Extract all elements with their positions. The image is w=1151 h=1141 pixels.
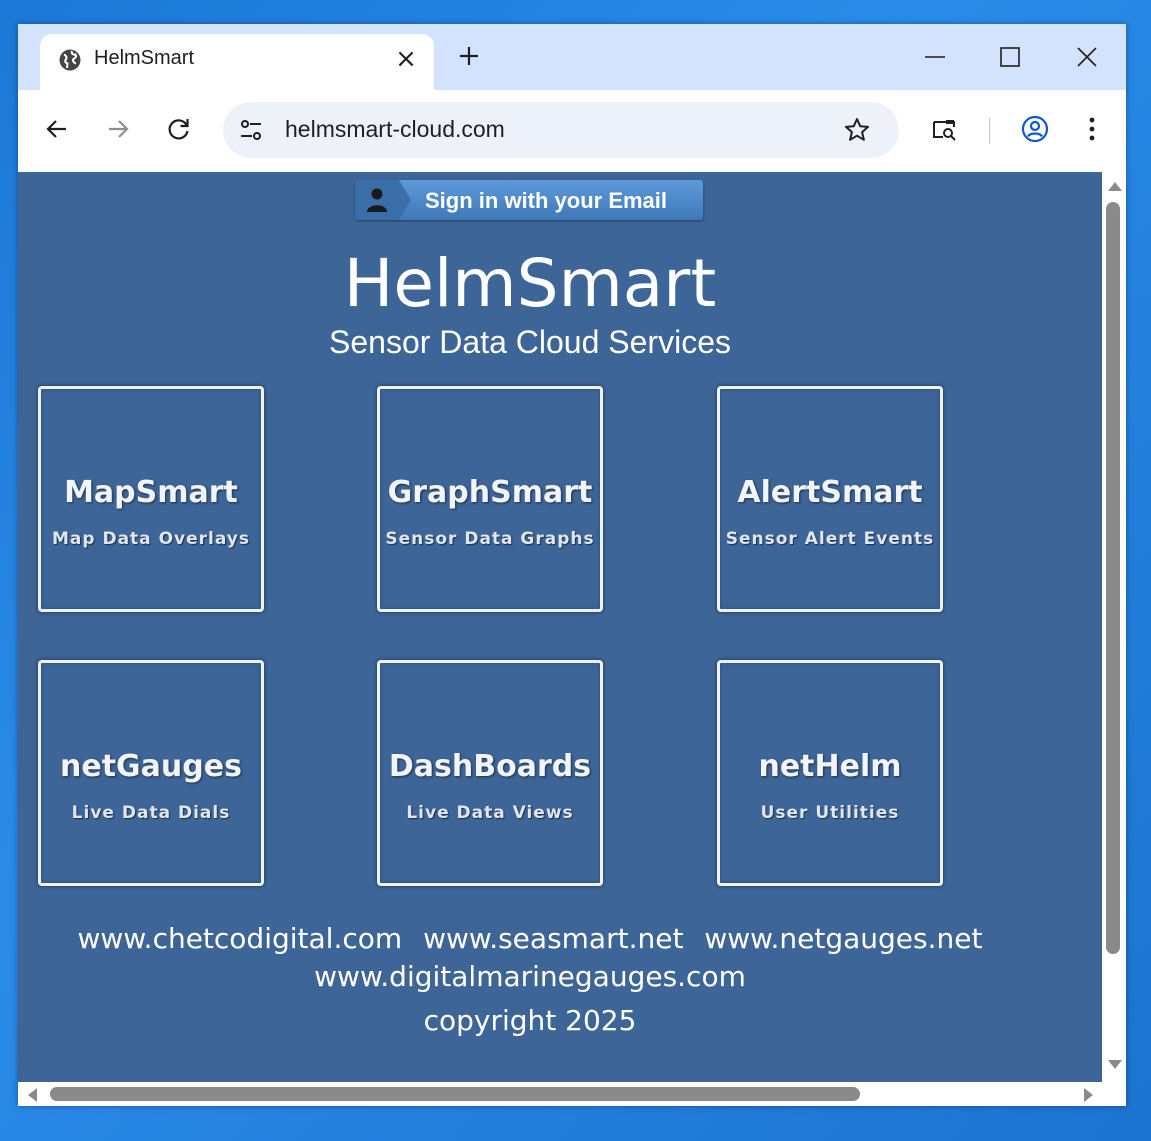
page-subtitle: Sensor Data Cloud Services xyxy=(329,324,731,360)
tile-title: netHelm xyxy=(758,749,902,784)
signin-icon-box xyxy=(355,180,399,220)
horizontal-scroll-thumb[interactable] xyxy=(50,1087,860,1101)
tile-subtitle: User Utilities xyxy=(760,803,900,823)
tile-subtitle: Sensor Data Graphs xyxy=(385,529,595,549)
signin-arrow xyxy=(399,180,411,220)
minimize-icon[interactable] xyxy=(920,42,950,72)
sign-in-button[interactable]: Sign in with your Email xyxy=(355,180,703,220)
maximize-icon[interactable] xyxy=(995,42,1025,72)
tile-title: MapSmart xyxy=(64,475,238,510)
url-text[interactable]: helmsmart-cloud.com xyxy=(285,116,505,143)
tile-title: GraphSmart xyxy=(387,475,593,510)
page-title: HelmSmart xyxy=(343,245,717,322)
scroll-up-arrow[interactable] xyxy=(1108,182,1122,191)
footer-link-digitalmarinegauges[interactable]: www.digitalmarinegauges.com xyxy=(314,960,746,993)
tile-subtitle: Map Data Overlays xyxy=(52,529,250,549)
window-close-icon[interactable] xyxy=(1072,42,1102,72)
scroll-left-arrow[interactable] xyxy=(28,1088,37,1102)
scroll-down-arrow[interactable] xyxy=(1108,1060,1122,1069)
kebab-menu-icon[interactable] xyxy=(1078,115,1106,143)
scrollbar-corner xyxy=(1102,1082,1126,1106)
close-icon[interactable]: × xyxy=(392,46,420,74)
tile-title: netGauges xyxy=(60,749,242,784)
address-bar[interactable]: helmsmart-cloud.com xyxy=(223,102,899,158)
browser-toolbar: helmsmart-cloud.com xyxy=(18,90,1126,172)
tile-title: DashBoards xyxy=(388,749,592,784)
sign-in-label: Sign in with your Email xyxy=(425,188,668,213)
search-tab-icon[interactable] xyxy=(930,115,958,143)
new-tab-icon[interactable] xyxy=(453,40,485,72)
vertical-scroll-thumb[interactable] xyxy=(1106,202,1120,954)
back-arrow-icon[interactable] xyxy=(43,115,71,143)
page-viewport: Sign in with your Email HelmSmart Sensor… xyxy=(18,172,1126,1106)
tile-subtitle: Sensor Alert Events xyxy=(725,529,935,549)
forward-arrow-icon[interactable] xyxy=(104,115,132,143)
reload-icon[interactable] xyxy=(165,115,193,143)
tile-mapsmart[interactable]: MapSmart Map Data Overlays xyxy=(38,386,264,612)
tab-title: HelmSmart xyxy=(94,47,195,69)
tile-alertsmart[interactable]: AlertSmart Sensor Alert Events xyxy=(717,386,943,612)
vertical-scrollbar[interactable] xyxy=(1102,172,1126,1082)
footer-link-seasmart[interactable]: www.seasmart.net xyxy=(423,922,683,955)
copyright-text: copyright 2025 xyxy=(423,1004,637,1037)
profile-icon[interactable] xyxy=(1021,115,1049,143)
scroll-right-arrow[interactable] xyxy=(1084,1088,1093,1102)
tile-subtitle: Live Data Views xyxy=(406,803,574,823)
tile-title: AlertSmart xyxy=(737,475,923,510)
footer-link-chetcodigital[interactable]: www.chetcodigital.com xyxy=(78,922,403,955)
site-info-icon[interactable] xyxy=(237,116,265,144)
tile-dashboards[interactable]: DashBoards Live Data Views xyxy=(377,660,603,886)
globe-icon xyxy=(59,49,81,71)
tile-graphsmart[interactable]: GraphSmart Sensor Data Graphs xyxy=(377,386,603,612)
footer-links: www.chetcodigital.com www.seasmart.net w… xyxy=(18,920,1042,996)
tile-nethelm[interactable]: netHelm User Utilities xyxy=(717,660,943,886)
person-icon xyxy=(367,188,387,212)
horizontal-scrollbar[interactable] xyxy=(18,1082,1126,1106)
browser-window: HelmSmart × helmsmart-cloud.com Sign in … xyxy=(18,24,1126,1106)
bookmark-star-icon[interactable] xyxy=(843,116,871,144)
tab-strip: HelmSmart × xyxy=(18,24,1126,90)
tile-subtitle: Live Data Dials xyxy=(71,803,231,823)
tile-netgauges[interactable]: netGauges Live Data Dials xyxy=(38,660,264,886)
tab-helmsmart[interactable]: HelmSmart × xyxy=(40,34,434,90)
footer-link-netgauges[interactable]: www.netgauges.net xyxy=(704,922,982,955)
toolbar-separator xyxy=(989,118,990,144)
